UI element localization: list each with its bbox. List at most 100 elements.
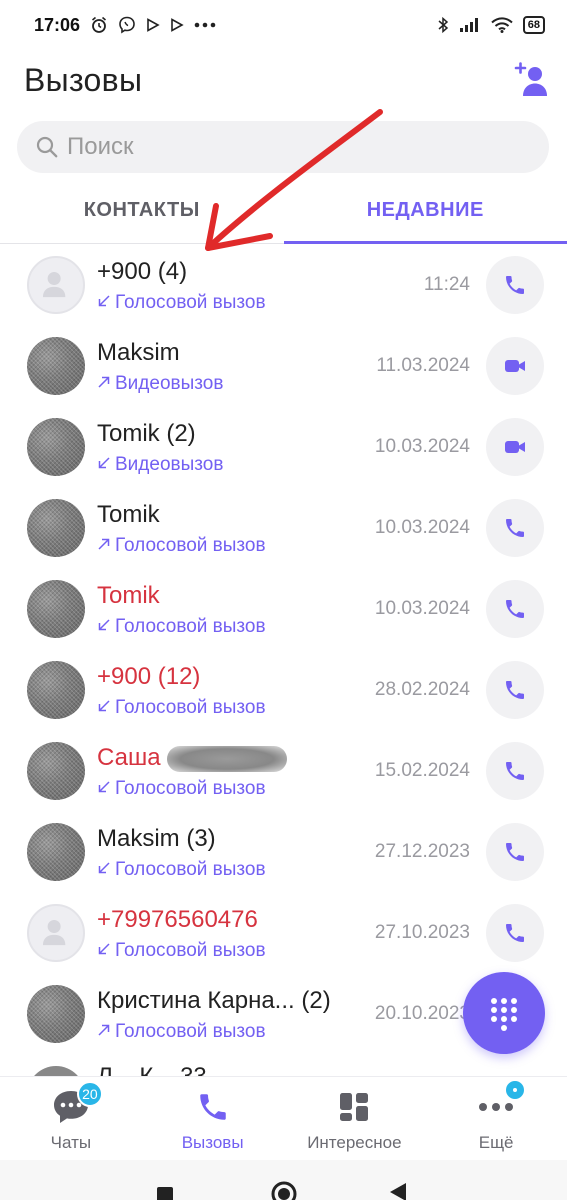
add-contact-button[interactable] <box>513 60 549 100</box>
call-time: 28.02.2024 <box>374 679 470 700</box>
contact-name-text: +900 (4) <box>97 258 188 285</box>
phone-icon <box>193 1087 233 1127</box>
add-contact-icon <box>514 62 547 96</box>
call-type: Голосовой вызов <box>97 292 266 314</box>
nav-label: Ещё <box>478 1133 514 1152</box>
call-time: 11:24 <box>423 274 470 295</box>
tab-recent[interactable]: НЕДАВНИЕ <box>283 178 567 244</box>
contact-name: +900 (4) <box>97 258 187 286</box>
nav-more[interactable]: Ещё <box>425 1077 567 1160</box>
call-list-item[interactable]: Tomik Голосовой вызов 10.03.2024 <box>0 487 567 568</box>
dialpad-icon <box>491 998 517 1031</box>
phone-icon <box>503 516 527 540</box>
header: Вызовы <box>0 58 567 108</box>
contact-name-text: Maksim <box>97 339 180 366</box>
voice-call-button[interactable] <box>486 742 544 800</box>
tab-contacts[interactable]: КОНТАКТЫ <box>0 178 284 243</box>
alarm-icon <box>90 16 108 34</box>
dialpad-button[interactable] <box>463 972 545 1054</box>
call-type-label: Голосовой вызов <box>115 535 266 556</box>
call-type: Голосовой вызов <box>97 1021 266 1043</box>
avatar <box>27 580 85 638</box>
recents-button[interactable] <box>156 1186 174 1200</box>
call-time: 27.10.2023 <box>374 922 470 943</box>
incoming-arrow-icon <box>97 859 111 881</box>
contact-name: Tomik <box>97 582 160 610</box>
video-call-button[interactable] <box>486 418 544 476</box>
call-list-item[interactable]: Maksim (3) Голосовой вызов 27.12.2023 <box>0 811 567 892</box>
call-type-label: Видеовызов <box>115 454 224 475</box>
call-list-item[interactable]: Tomik (2) Видеовызов 10.03.2024 <box>0 406 567 487</box>
bluetooth-icon <box>437 16 449 34</box>
more-icon <box>476 1079 527 1127</box>
search-input[interactable] <box>67 133 487 161</box>
avatar <box>27 742 85 800</box>
call-time: 27.12.2023 <box>374 841 470 862</box>
circle-icon <box>271 1181 297 1200</box>
call-time: 10.03.2024 <box>374 598 470 619</box>
status-bar: 17:06 68 <box>0 0 567 50</box>
outgoing-arrow-icon <box>97 373 111 395</box>
notification-dot <box>504 1079 527 1101</box>
call-type: Голосовой вызов <box>97 697 266 719</box>
call-list-item[interactable]: Tomik Голосовой вызов 10.03.2024 <box>0 568 567 649</box>
call-time: 10.03.2024 <box>374 436 470 457</box>
call-type: Голосовой вызов <box>97 859 266 881</box>
nav-label: Интересное <box>307 1133 402 1152</box>
video-call-button[interactable] <box>486 337 544 395</box>
contact-name: +900 (12) <box>97 663 200 691</box>
system-navigation-bar <box>0 1160 567 1200</box>
chat-icon: 20 <box>51 1081 103 1127</box>
voice-call-button[interactable] <box>486 256 544 314</box>
square-icon <box>157 1187 173 1200</box>
back-button[interactable] <box>388 1182 408 1200</box>
call-type-label: Голосовой вызов <box>115 616 266 637</box>
avatar <box>27 499 85 557</box>
call-type-label: Голосовой вызов <box>115 778 266 799</box>
call-list-item[interactable]: +900 (12) Голосовой вызов 28.02.2024 <box>0 649 567 730</box>
call-type: Голосовой вызов <box>97 778 266 800</box>
call-list-item[interactable]: Саша Голосовой вызов 15.02.2024 <box>0 730 567 811</box>
call-time: 11.03.2024 <box>376 355 470 376</box>
call-type-label: Голосовой вызов <box>115 940 266 961</box>
call-list-item[interactable]: Maksim Видеовызов 11.03.2024 <box>0 325 567 406</box>
call-list-item[interactable]: +900 (4) Голосовой вызов 11:24 <box>0 244 567 325</box>
battery-indicator: 68 <box>522 16 545 34</box>
explore-icon <box>334 1087 374 1127</box>
voice-call-button[interactable] <box>486 499 544 557</box>
voice-call-button[interactable] <box>486 823 544 881</box>
voice-call-button[interactable] <box>486 904 544 962</box>
incoming-arrow-icon <box>97 454 111 476</box>
nav-label: Чаты <box>50 1133 92 1152</box>
call-list: +900 (4) Голосовой вызов 11:24 Maksim Видеов… <box>0 244 567 1054</box>
search-bar[interactable] <box>17 121 549 173</box>
nav-chats[interactable]: 20 Чаты <box>0 1077 142 1160</box>
nav-calls[interactable]: Вызовы <box>142 1077 284 1160</box>
phone-icon <box>503 759 527 783</box>
home-button[interactable] <box>270 1180 298 1200</box>
voice-call-button[interactable] <box>486 580 544 638</box>
unread-badge: 20 <box>76 1081 103 1107</box>
call-list-item[interactable]: +79976560476 Голосовой вызов 27.10.2023 <box>0 892 567 973</box>
nav-explore[interactable]: Интересное <box>284 1077 426 1160</box>
incoming-arrow-icon <box>97 616 111 638</box>
contact-name: +79976560476 <box>97 906 258 934</box>
contact-name-text: Tomik (2) <box>97 420 196 447</box>
avatar <box>27 823 85 881</box>
call-type: Голосовой вызов <box>97 940 266 962</box>
contact-name-text: +79976560476 <box>97 906 258 933</box>
triangle-back-icon <box>390 1183 406 1200</box>
phone-icon <box>503 921 527 945</box>
status-right: 68 <box>437 16 545 34</box>
incoming-arrow-icon <box>97 778 111 800</box>
play-store-icon-2 <box>170 18 184 32</box>
contact-name: Кристина Карна... (2) <box>97 987 331 1015</box>
contact-name-text: +900 (12) <box>97 663 201 690</box>
outgoing-arrow-icon <box>97 535 111 557</box>
voice-call-button[interactable] <box>486 661 544 719</box>
call-type-label: Голосовой вызов <box>115 1021 266 1042</box>
call-type-label: Видеовызов <box>115 373 224 394</box>
contact-name-text: Maksim (3) <box>97 825 216 852</box>
partial-list-item[interactable]: Л... К... 33 <box>0 1054 567 1078</box>
incoming-arrow-icon <box>97 292 111 314</box>
